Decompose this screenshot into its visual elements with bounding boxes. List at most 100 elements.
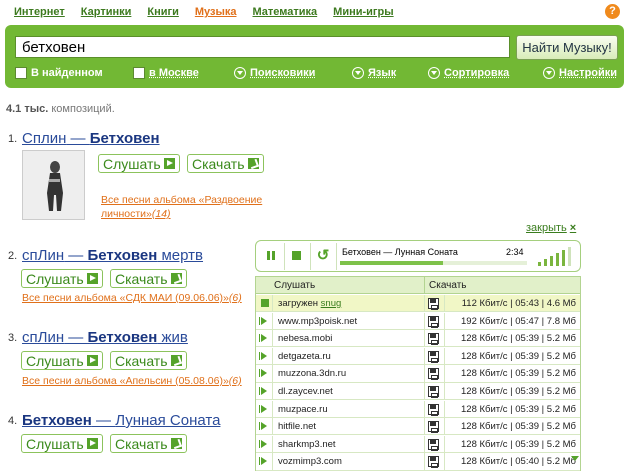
divider bbox=[444, 418, 445, 435]
stop-icon[interactable] bbox=[287, 247, 307, 265]
progress-bar[interactable] bbox=[340, 261, 527, 265]
result-dash: — bbox=[64, 247, 88, 264]
play-icon[interactable] bbox=[259, 457, 267, 466]
help-icon[interactable]: ? bbox=[605, 4, 620, 19]
search-button[interactable]: Найти Музыку! bbox=[516, 35, 618, 60]
source-site-link[interactable]: snug bbox=[321, 298, 342, 309]
volume-control[interactable] bbox=[538, 247, 574, 266]
album-count: (6) bbox=[228, 375, 242, 387]
play-icon[interactable] bbox=[259, 351, 267, 360]
divider bbox=[444, 295, 445, 312]
progress-fill bbox=[340, 261, 443, 265]
result-title-link[interactable]: спЛин — Бетховен жив bbox=[22, 329, 188, 346]
table-row[interactable]: загружен snug 112 Кбит/с | 05:43 | 4.6 Мб bbox=[256, 295, 580, 313]
result-title-link[interactable]: спЛин — Бетховен мертв bbox=[22, 247, 203, 264]
table-row[interactable]: www.mp3poisk.net 192 Кбит/с | 05:47 | 7.8… bbox=[256, 312, 580, 330]
save-icon[interactable] bbox=[428, 298, 439, 310]
result-artist: Бетховен bbox=[22, 412, 92, 429]
listen-button[interactable]: Слушать bbox=[21, 434, 103, 453]
checkbox-icon[interactable] bbox=[15, 67, 27, 79]
table-row[interactable]: sharkmp3.net 128 Кбит/с | 05:39 | 5.2 Мб bbox=[256, 435, 580, 454]
pause-icon[interactable] bbox=[261, 247, 281, 265]
save-icon[interactable] bbox=[428, 456, 439, 469]
sources-header: Слушать Скачать bbox=[256, 277, 580, 294]
table-row[interactable]: dl.zaycev.net 128 Кбит/с | 05:39 | 5.2 Мб bbox=[256, 383, 580, 401]
checkbox-icon[interactable] bbox=[133, 67, 145, 79]
sources-table: Слушать Скачать загружен snug 112 Кбит/с … bbox=[255, 276, 581, 471]
stop-icon[interactable] bbox=[261, 299, 269, 307]
volume-bar[interactable] bbox=[562, 250, 565, 266]
album-count: (14) bbox=[151, 208, 171, 220]
play-icon[interactable] bbox=[259, 439, 267, 448]
repeat-icon[interactable]: ↺ bbox=[313, 247, 333, 265]
play-icon[interactable] bbox=[259, 387, 267, 395]
close-player-link[interactable]: закрыть × bbox=[526, 222, 576, 234]
save-icon[interactable] bbox=[428, 368, 439, 381]
play-icon[interactable] bbox=[259, 316, 267, 325]
play-icon[interactable] bbox=[259, 422, 267, 431]
scroll-down-icon[interactable] bbox=[571, 456, 579, 461]
nav-internet[interactable]: Интернет bbox=[14, 4, 65, 20]
result-title-link[interactable]: Сплин — Бетховен bbox=[22, 130, 160, 147]
divider bbox=[424, 400, 425, 417]
download-button[interactable]: Скачать bbox=[110, 351, 187, 370]
download-button[interactable]: Скачать bbox=[187, 154, 264, 173]
download-button[interactable]: Скачать bbox=[110, 434, 187, 453]
source-site-text: www.mp3poisk.net bbox=[278, 315, 358, 327]
divider bbox=[284, 243, 285, 270]
album-link[interactable]: Все песни альбома «Раздвоение личности»(1… bbox=[101, 193, 262, 221]
save-icon[interactable] bbox=[428, 421, 439, 434]
nav-images[interactable]: Картинки bbox=[81, 4, 132, 20]
source-info: 128 Кбит/с | 05:39 | 5.2 Мб bbox=[461, 386, 576, 397]
nav-music[interactable]: Музыка bbox=[195, 4, 237, 20]
source-site: muzpace.ru bbox=[278, 404, 328, 415]
table-row[interactable]: vozmimp3.com 128 Кбит/с | 05:40 | 5.2 Мб bbox=[256, 453, 580, 471]
filter-language[interactable]: Язык bbox=[352, 65, 396, 81]
save-icon[interactable] bbox=[428, 333, 439, 346]
volume-bar[interactable] bbox=[550, 256, 553, 266]
nav-books[interactable]: Книги bbox=[147, 4, 178, 20]
album-cover-image[interactable] bbox=[22, 150, 85, 220]
listen-button[interactable]: Слушать bbox=[21, 269, 103, 288]
volume-bar[interactable] bbox=[568, 247, 571, 266]
play-icon[interactable] bbox=[259, 369, 267, 378]
filter-in-found[interactable]: В найденном bbox=[15, 65, 103, 81]
source-info: 128 Кбит/с | 05:40 | 5.2 Мб bbox=[461, 456, 576, 468]
filter-sort[interactable]: Сортировка bbox=[428, 65, 509, 81]
play-icon[interactable] bbox=[259, 404, 267, 413]
nav-minigames[interactable]: Мини-игры bbox=[333, 4, 393, 20]
save-icon[interactable] bbox=[428, 438, 439, 451]
table-row[interactable]: muzpace.ru 128 Кбит/с | 05:39 | 5.2 Мб bbox=[256, 400, 580, 418]
result-title-bold: Бетховен bbox=[87, 329, 158, 346]
source-info: 128 Кбит/с | 05:39 | 5.2 Мб bbox=[461, 438, 576, 450]
chevron-down-icon bbox=[352, 67, 364, 79]
save-icon[interactable] bbox=[428, 403, 439, 416]
filter-engines[interactable]: Поисковики bbox=[234, 65, 315, 81]
table-row[interactable]: detgazeta.ru 128 Кбит/с | 05:39 | 5.2 Мб bbox=[256, 347, 580, 366]
divider bbox=[272, 400, 273, 417]
listen-button[interactable]: Слушать bbox=[98, 154, 180, 173]
table-row[interactable]: hitfile.net 128 Кбит/с | 05:39 | 5.2 Мб bbox=[256, 418, 580, 436]
volume-bar[interactable] bbox=[556, 253, 559, 266]
download-arrow-icon bbox=[170, 355, 182, 366]
play-icon bbox=[86, 273, 98, 284]
result-title-link[interactable]: Бетховен — Лунная Соната bbox=[22, 412, 220, 429]
table-row[interactable]: muzzona.3dn.ru 128 Кбит/с | 05:39 | 5.2 М… bbox=[256, 365, 580, 383]
download-button[interactable]: Скачать bbox=[110, 269, 187, 288]
divider bbox=[424, 453, 425, 470]
nav-math[interactable]: Математика bbox=[252, 4, 317, 20]
volume-bar[interactable] bbox=[538, 262, 541, 266]
divider bbox=[444, 453, 445, 470]
volume-bar[interactable] bbox=[544, 259, 547, 266]
filter-settings[interactable]: Настройки bbox=[543, 65, 617, 81]
filter-in-moscow[interactable]: в Москве bbox=[133, 65, 199, 81]
table-row[interactable]: nebesa.mobi 128 Кбит/с | 05:39 | 5.2 Мб bbox=[256, 330, 580, 348]
save-icon[interactable] bbox=[428, 350, 439, 363]
save-icon[interactable] bbox=[428, 386, 439, 398]
save-icon[interactable] bbox=[428, 315, 439, 328]
play-icon[interactable] bbox=[259, 334, 267, 343]
search-input[interactable] bbox=[15, 36, 510, 58]
album-link[interactable]: Все песни альбома «Апельсин (05.08.06)»(… bbox=[22, 374, 242, 388]
album-link[interactable]: Все песни альбома «СДК МАИ (09.06.06)»(6… bbox=[22, 291, 242, 305]
listen-button[interactable]: Слушать bbox=[21, 351, 103, 370]
